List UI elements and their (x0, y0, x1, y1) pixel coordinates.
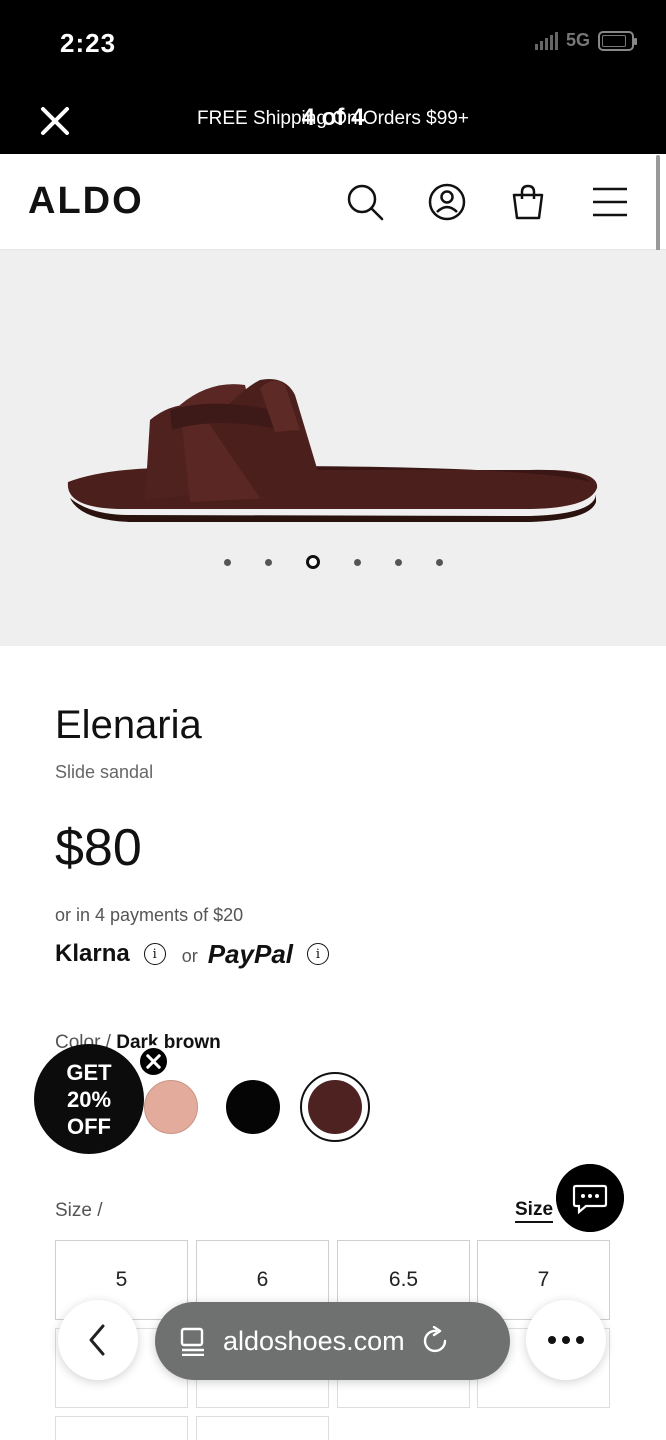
size-label: Size / (55, 1200, 103, 1221)
promo-close-icon[interactable] (137, 1045, 170, 1078)
gallery-pagination (0, 555, 666, 569)
promo-bar: FREE Shipping On Orders $99+ 4 of 4 (0, 84, 666, 154)
browser-url[interactable]: aldoshoes.com (223, 1326, 405, 1357)
promo-line-off: OFF (67, 1113, 111, 1139)
installments-text: or in 4 payments of $20 (55, 905, 244, 925)
account-icon[interactable] (427, 182, 467, 222)
product-image-gallery[interactable] (0, 250, 666, 646)
payment-options: Klarna i or PayPal i (55, 938, 330, 970)
browser-more-button[interactable] (526, 1300, 606, 1380)
chevron-left-icon (89, 1324, 105, 1356)
color-value: Dark brown (116, 1032, 221, 1053)
battery-icon (598, 30, 637, 51)
free-shipping-text: FREE Shipping On Orders $99+ (197, 108, 469, 129)
size-option-row3[interactable] (196, 1416, 329, 1440)
status-indicators: 5G (534, 30, 637, 51)
paypal-logo: PayPal (207, 938, 294, 969)
gallery-dot[interactable] (353, 558, 361, 566)
color-swatch-blush[interactable] (144, 1080, 198, 1134)
gallery-dot[interactable] (223, 558, 231, 566)
klarna-info-icon[interactable]: i (143, 943, 166, 965)
site-header: ALDO (0, 154, 666, 250)
browser-address-bar[interactable]: aldoshoes.com (155, 1302, 510, 1380)
gallery-dot[interactable] (435, 558, 443, 566)
more-dots-icon (548, 1336, 584, 1344)
klarna-logo: Klarna (55, 940, 130, 967)
gallery-dot-active[interactable] (305, 555, 320, 569)
promo-line-percent: 20% (66, 1086, 112, 1112)
shopping-bag-icon[interactable] (508, 182, 548, 222)
status-time: 2:23 (60, 28, 117, 58)
aldo-logo[interactable]: ALDO (28, 180, 144, 223)
size-guide-link[interactable]: Size (515, 1199, 554, 1223)
status-bar: 2:23 5G (0, 0, 666, 84)
search-icon[interactable] (345, 182, 385, 222)
browser-back-button[interactable] (58, 1300, 138, 1380)
gallery-dot[interactable] (264, 558, 272, 566)
menu-icon[interactable] (590, 182, 630, 222)
tabs-icon[interactable] (179, 1326, 207, 1356)
product-image-sandal (67, 379, 598, 522)
product-title: Elenaria (55, 703, 202, 747)
signal-icon (534, 31, 558, 50)
promo-line-get: GET (66, 1059, 112, 1085)
size-option-row3[interactable] (55, 1416, 188, 1440)
product-subtitle: Slide sandal (55, 762, 154, 782)
reload-icon[interactable] (421, 1326, 451, 1356)
chat-icon[interactable] (556, 1164, 624, 1232)
or-text: or (181, 945, 198, 966)
network-type: 5G (565, 30, 590, 50)
discount-promo-bubble[interactable]: GET 20% OFF (34, 1044, 144, 1154)
product-price: $80 (55, 819, 142, 877)
color-swatch-dark-brown[interactable] (308, 1080, 362, 1134)
color-swatch-black[interactable] (226, 1080, 280, 1134)
gallery-dot[interactable] (394, 558, 402, 566)
paypal-info-icon[interactable]: i (307, 943, 330, 965)
